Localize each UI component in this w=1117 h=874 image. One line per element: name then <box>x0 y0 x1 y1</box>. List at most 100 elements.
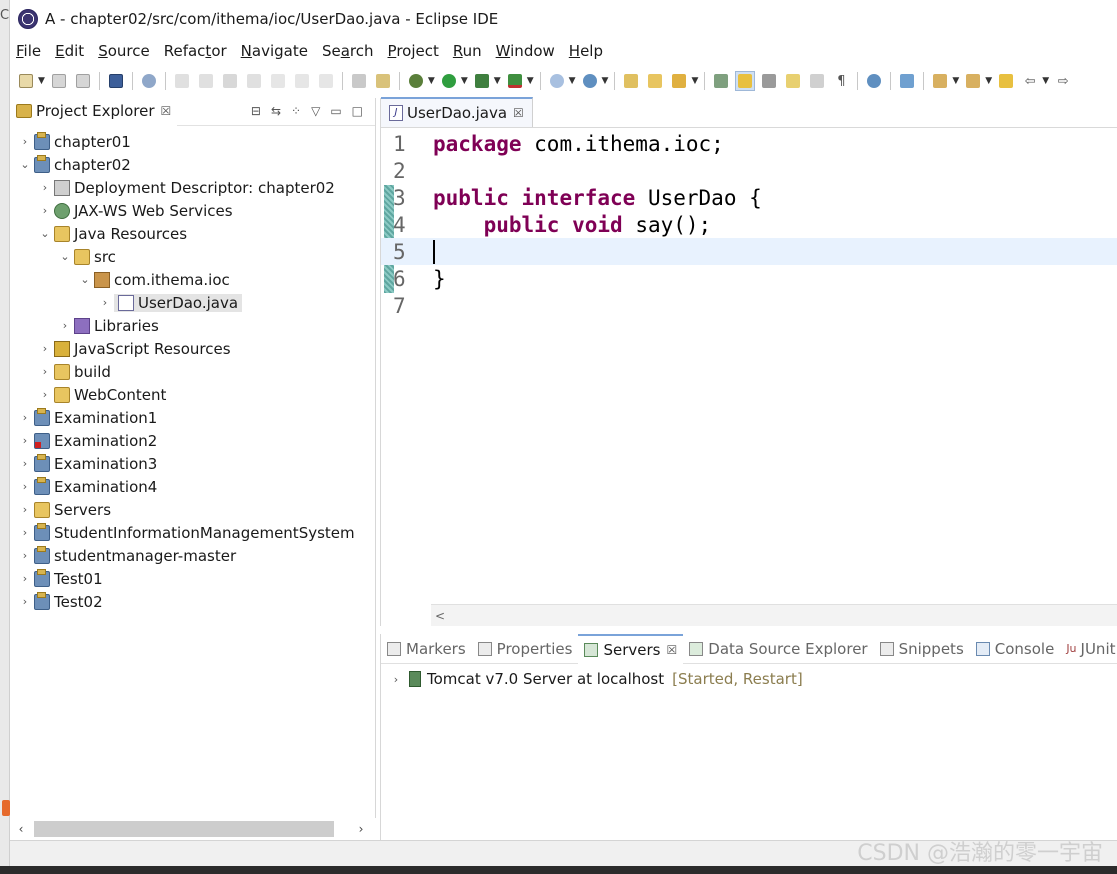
expand-chevron-icon[interactable]: › <box>18 434 32 447</box>
close-icon[interactable]: ☒ <box>513 106 524 120</box>
new-project-dropdown-icon[interactable]: ▼ <box>569 76 576 86</box>
tree-item-jax-ws[interactable]: › JAX-WS Web Services <box>10 199 375 222</box>
tree-item-student-info-system[interactable]: › StudentInformationManagementSystem <box>10 521 375 544</box>
expand-chevron-icon[interactable]: › <box>58 319 72 332</box>
tree-item-webcontent[interactable]: › WebContent <box>10 383 375 406</box>
debug-icon[interactable] <box>406 71 426 91</box>
expand-chevron-icon[interactable]: › <box>98 296 112 309</box>
tree-item-test01[interactable]: › Test01 <box>10 567 375 590</box>
tree-item-chapter01[interactable]: › chapter01 <box>10 130 375 153</box>
tab-userdao-java[interactable]: J UserDao.java ☒ <box>381 97 533 127</box>
scroll-left-icon[interactable]: < <box>435 609 445 623</box>
new-dropdown-icon[interactable]: ▼ <box>38 76 45 86</box>
expand-chevron-icon[interactable]: › <box>18 411 32 424</box>
suspend-icon[interactable] <box>196 71 216 91</box>
tree-item-studentmanager-master[interactable]: › studentmanager-master <box>10 544 375 567</box>
next-annotation-dropdown-icon[interactable]: ▼ <box>952 76 959 86</box>
tree-item-examination2[interactable]: › Examination2 <box>10 429 375 452</box>
collapse-chevron-icon[interactable]: ⌄ <box>58 250 72 263</box>
tree-item-build[interactable]: › build <box>10 360 375 383</box>
last-edit-icon[interactable] <box>996 71 1016 91</box>
show-source-icon[interactable] <box>807 71 827 91</box>
step-over-icon[interactable] <box>292 71 312 91</box>
view-menu-icon[interactable]: ▽ <box>311 104 320 118</box>
expand-chevron-icon[interactable]: › <box>18 457 32 470</box>
open-folder-icon[interactable] <box>645 71 665 91</box>
new-icon[interactable] <box>16 71 36 91</box>
tree-item-chapter02[interactable]: ⌄ chapter02 <box>10 153 375 176</box>
save-all-icon[interactable] <box>73 71 93 91</box>
step-into-icon[interactable] <box>268 71 288 91</box>
expand-chevron-icon[interactable]: › <box>18 503 32 516</box>
coverage-dropdown-icon[interactable]: ▼ <box>494 76 501 86</box>
editor-horizontal-scrollbar[interactable]: < <box>431 604 1117 626</box>
tree-item-deployment-descriptor[interactable]: › Deployment Descriptor: chapter02 <box>10 176 375 199</box>
collapse-all-icon[interactable]: ⊟ <box>251 104 261 118</box>
tree-item-servers[interactable]: › Servers <box>10 498 375 521</box>
tree-item-src[interactable]: ⌄ src <box>10 245 375 268</box>
link-with-editor-icon[interactable]: ⇆ <box>271 104 281 118</box>
coverage-icon[interactable] <box>472 71 492 91</box>
expand-chevron-icon[interactable]: › <box>18 480 32 493</box>
run-dropdown-icon[interactable]: ▼ <box>461 76 468 86</box>
toggle-breadcrumb-icon[interactable] <box>711 71 731 91</box>
tab-junit[interactable]: Ju JUnit <box>1060 634 1117 664</box>
expand-chevron-icon[interactable]: › <box>18 572 32 585</box>
tree-item-package[interactable]: ⌄ com.ithema.ioc <box>10 268 375 291</box>
resume-icon[interactable] <box>172 71 192 91</box>
expand-chevron-icon[interactable]: › <box>18 135 32 148</box>
disconnect-icon[interactable] <box>244 71 264 91</box>
menu-project[interactable]: Project <box>388 42 439 60</box>
tab-markers[interactable]: Markers <box>381 634 472 664</box>
collapse-chevron-icon[interactable]: ⌄ <box>18 158 32 171</box>
scroll-thumb[interactable] <box>34 821 334 837</box>
external-tools-dropdown-icon[interactable]: ▼ <box>527 76 534 86</box>
expand-chevron-icon[interactable]: › <box>38 365 52 378</box>
pin-icon[interactable] <box>897 71 917 91</box>
expand-chevron-icon[interactable]: › <box>38 204 52 217</box>
expand-chevron-icon[interactable]: › <box>389 673 403 686</box>
explorer-horizontal-scrollbar[interactable]: ‹ › <box>10 818 376 840</box>
toggle-block-icon[interactable] <box>349 71 369 91</box>
terminal-icon[interactable] <box>106 71 126 91</box>
tree-item-examination4[interactable]: › Examination4 <box>10 475 375 498</box>
filters-icon[interactable]: ⁘ <box>291 104 301 118</box>
block-selection-icon[interactable] <box>783 71 803 91</box>
collapse-chevron-icon[interactable]: ⌄ <box>78 273 92 286</box>
back-icon[interactable]: ⇦ <box>1020 71 1040 91</box>
open-type-icon[interactable] <box>621 71 641 91</box>
back-dropdown-icon[interactable]: ▼ <box>1042 76 1049 86</box>
next-annotation-icon[interactable] <box>930 71 950 91</box>
tab-servers[interactable]: Servers ☒ <box>578 633 684 664</box>
expand-chevron-icon[interactable]: › <box>18 526 32 539</box>
menu-navigate[interactable]: Navigate <box>241 42 308 60</box>
close-icon[interactable]: ☒ <box>667 643 678 657</box>
menu-help[interactable]: Help <box>569 42 603 60</box>
word-wrap-icon[interactable] <box>759 71 779 91</box>
tree-item-examination3[interactable]: › Examination3 <box>10 452 375 475</box>
search-dropdown-icon[interactable]: ▼ <box>691 76 698 86</box>
menu-window[interactable]: Window <box>496 42 555 60</box>
tab-properties[interactable]: Properties <box>472 634 579 664</box>
menu-run[interactable]: Run <box>453 42 482 60</box>
tree-item-javascript-resources[interactable]: › JavaScript Resources <box>10 337 375 360</box>
menu-edit[interactable]: Edit <box>55 42 84 60</box>
code-area[interactable]: 1 package com.ithema.ioc; 2 3 public int… <box>381 130 1117 604</box>
previous-annotation-icon[interactable] <box>963 71 983 91</box>
save-icon[interactable] <box>49 71 69 91</box>
menu-refactor[interactable]: Refactor <box>164 42 227 60</box>
new-java-project-icon[interactable] <box>547 71 567 91</box>
expand-chevron-icon[interactable]: › <box>18 595 32 608</box>
use-step-filters-icon[interactable] <box>373 71 393 91</box>
search-icon[interactable] <box>669 71 689 91</box>
tree-item-java-resources[interactable]: ⌄ Java Resources <box>10 222 375 245</box>
previous-annotation-dropdown-icon[interactable]: ▼ <box>985 76 992 86</box>
globe-icon[interactable] <box>864 71 884 91</box>
minimize-icon[interactable]: ▭ <box>330 104 341 118</box>
tab-data-source-explorer[interactable]: Data Source Explorer <box>683 634 873 664</box>
menu-source[interactable]: Source <box>98 42 150 60</box>
debug-dropdown-icon[interactable]: ▼ <box>428 76 435 86</box>
collapse-chevron-icon[interactable]: ⌄ <box>38 227 52 240</box>
maximize-icon[interactable]: □ <box>352 104 363 118</box>
expand-chevron-icon[interactable]: › <box>38 181 52 194</box>
